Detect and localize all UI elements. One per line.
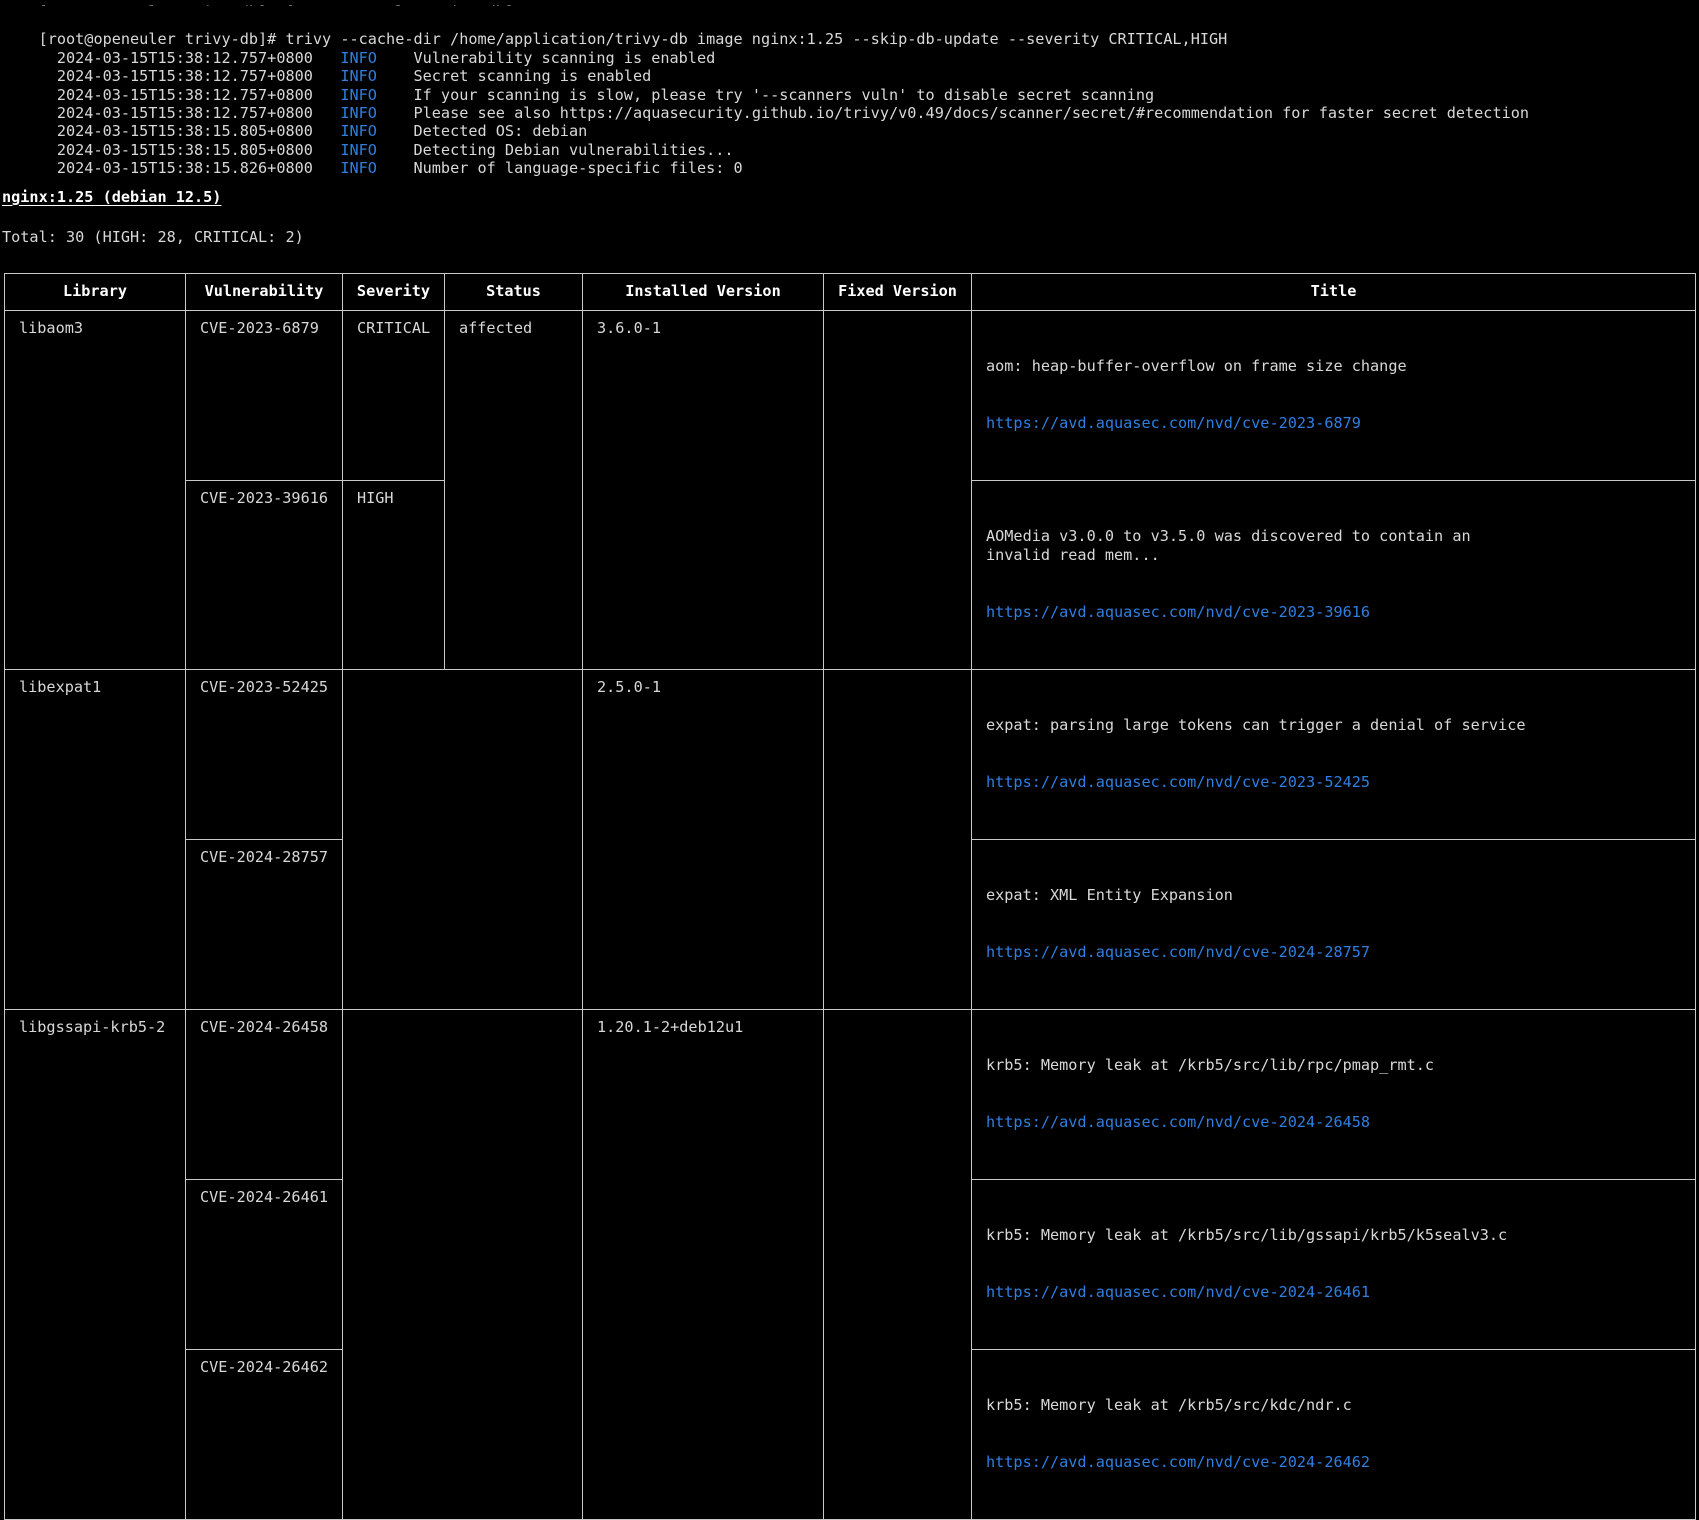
- log-lines: 2024-03-15T15:38:12.757+0800 INFO Vulner…: [2, 30, 1697, 159]
- log-timestamp: 2024-03-15T15:38:12.757+0800: [57, 67, 313, 85]
- title-text: krb5: Memory leak at /krb5/src/lib/rpc/p…: [986, 1056, 1685, 1075]
- cell-library: libgssapi-krb5-2: [5, 1010, 186, 1520]
- log-message: If your scanning is slow, please try '--…: [414, 86, 1155, 104]
- table-header-row: Library Vulnerability Severity Status In…: [5, 274, 1696, 311]
- title-text: AOMedia v3.0.0 to v3.5.0 was discovered …: [986, 527, 1685, 565]
- cell-severity: [343, 1010, 583, 1520]
- log-level: INFO: [340, 159, 377, 177]
- table-row: libexpat1 CVE-2023-52425 2.5.0-1 expat: …: [5, 670, 1696, 840]
- log-level: INFO: [340, 141, 377, 159]
- cell-vulnerability: CVE-2023-39616: [186, 481, 343, 670]
- advisory-link[interactable]: https://avd.aquasec.com/nvd/cve-2024-264…: [986, 1453, 1685, 1472]
- shell-command: trivy --cache-dir /home/application/triv…: [285, 30, 1227, 48]
- shell-prompt: [root@openeuler trivy-db]#: [39, 30, 286, 48]
- log-timestamp: 2024-03-15T15:38:15.805+0800: [57, 141, 313, 159]
- cell-status: affected: [445, 311, 583, 670]
- cell-title: AOMedia v3.0.0 to v3.5.0 was discovered …: [972, 481, 1696, 670]
- log-message: Detecting Debian vulnerabilities...: [414, 141, 734, 159]
- table-row: libgssapi-krb5-2 CVE-2024-26458 1.20.1-2…: [5, 1010, 1696, 1180]
- log-level: INFO: [340, 122, 377, 140]
- cell-installed-version: 3.6.0-1: [583, 311, 824, 670]
- title-text: expat: parsing large tokens can trigger …: [986, 716, 1685, 735]
- column-header-status: Status: [445, 274, 583, 311]
- cell-title: expat: parsing large tokens can trigger …: [972, 670, 1696, 840]
- total-summary: Total: 30 (HIGH: 28, CRITICAL: 2): [2, 228, 1697, 246]
- log-level: INFO: [340, 67, 377, 85]
- log-level: INFO: [340, 49, 377, 67]
- cell-vulnerability: CVE-2024-28757: [186, 840, 343, 1010]
- vulnerability-table-wrapper: Library Vulnerability Severity Status In…: [2, 273, 1697, 1520]
- log-timestamp: 2024-03-15T15:38:12.757+0800: [57, 104, 313, 122]
- cell-vulnerability: CVE-2023-6879: [186, 311, 343, 481]
- log-message: Please see also https://aquasecurity.git…: [414, 104, 1530, 122]
- log-message: Number of language-specific files: 0: [414, 159, 743, 177]
- title-text: aom: heap-buffer-overflow on frame size …: [986, 357, 1685, 376]
- log-timestamp: 2024-03-15T15:38:15.826+0800: [57, 159, 313, 177]
- title-text: krb5: Memory leak at /krb5/src/lib/gssap…: [986, 1226, 1685, 1245]
- cell-title: krb5: Memory leak at /krb5/src/kdc/ndr.c…: [972, 1350, 1696, 1520]
- terminal-output: [root@openeuler trivy-db]# [root@openeul…: [0, 0, 1699, 1520]
- log-message: Vulnerability scanning is enabled: [414, 49, 716, 67]
- log-message: Detected OS: debian: [414, 122, 588, 140]
- cell-library: libaom3: [5, 311, 186, 670]
- scrollback-partial-line: [root@openeuler trivy-db]# [root@openeul…: [2, 0, 1697, 6]
- cell-vulnerability: CVE-2023-52425: [186, 670, 343, 840]
- cell-title: aom: heap-buffer-overflow on frame size …: [972, 311, 1696, 481]
- log-timestamp: 2024-03-15T15:38:12.757+0800: [57, 49, 313, 67]
- cell-fixed-version: [824, 670, 972, 1010]
- log-level: INFO: [340, 86, 377, 104]
- cell-vulnerability: CVE-2024-26458: [186, 1010, 343, 1180]
- column-header-severity: Severity: [343, 274, 445, 311]
- title-text: expat: XML Entity Expansion: [986, 886, 1685, 905]
- cell-installed-version: 1.20.1-2+deb12u1: [583, 1010, 824, 1520]
- cell-title: krb5: Memory leak at /krb5/src/lib/rpc/p…: [972, 1010, 1696, 1180]
- advisory-link[interactable]: https://avd.aquasec.com/nvd/cve-2023-524…: [986, 773, 1685, 792]
- command-line: [root@openeuler trivy-db]# trivy --cache…: [2, 12, 1697, 30]
- advisory-link[interactable]: https://avd.aquasec.com/nvd/cve-2023-687…: [986, 414, 1685, 433]
- image-header-line: nginx:1.25 (debian 12.5): [2, 178, 1697, 206]
- cell-vulnerability: CVE-2024-26462: [186, 1350, 343, 1520]
- cell-title: krb5: Memory leak at /krb5/src/lib/gssap…: [972, 1180, 1696, 1350]
- column-header-vulnerability: Vulnerability: [186, 274, 343, 311]
- cell-title: expat: XML Entity Expansion https://avd.…: [972, 840, 1696, 1010]
- cell-installed-version: 2.5.0-1: [583, 670, 824, 1010]
- scrollback-partial-text: [root@openeuler trivy-db]# [root@openeul…: [39, 3, 542, 6]
- advisory-link[interactable]: https://avd.aquasec.com/nvd/cve-2024-264…: [986, 1113, 1685, 1132]
- cell-vulnerability: CVE-2024-26461: [186, 1180, 343, 1350]
- cell-library: libexpat1: [5, 670, 186, 1010]
- column-header-library: Library: [5, 274, 186, 311]
- title-text: krb5: Memory leak at /krb5/src/kdc/ndr.c: [986, 1396, 1685, 1415]
- cell-severity: [343, 670, 583, 1010]
- advisory-link[interactable]: https://avd.aquasec.com/nvd/cve-2023-396…: [986, 603, 1685, 622]
- advisory-link[interactable]: https://avd.aquasec.com/nvd/cve-2024-287…: [986, 943, 1685, 962]
- cell-fixed-version: [824, 1010, 972, 1520]
- log-timestamp: 2024-03-15T15:38:12.757+0800: [57, 86, 313, 104]
- vulnerability-table: Library Vulnerability Severity Status In…: [4, 273, 1696, 1520]
- cell-fixed-version: [824, 311, 972, 670]
- advisory-link[interactable]: https://avd.aquasec.com/nvd/cve-2024-264…: [986, 1283, 1685, 1302]
- column-header-fixed-version: Fixed Version: [824, 274, 972, 311]
- log-level: INFO: [340, 104, 377, 122]
- image-header: nginx:1.25 (debian 12.5): [2, 188, 221, 206]
- column-header-title: Title: [972, 274, 1696, 311]
- log-timestamp: 2024-03-15T15:38:15.805+0800: [57, 122, 313, 140]
- column-header-installed-version: Installed Version: [583, 274, 824, 311]
- log-message: Secret scanning is enabled: [414, 67, 652, 85]
- cell-severity: HIGH: [343, 481, 445, 670]
- table-row: libaom3 CVE-2023-6879 CRITICAL affected …: [5, 311, 1696, 481]
- cell-severity: CRITICAL: [343, 311, 445, 481]
